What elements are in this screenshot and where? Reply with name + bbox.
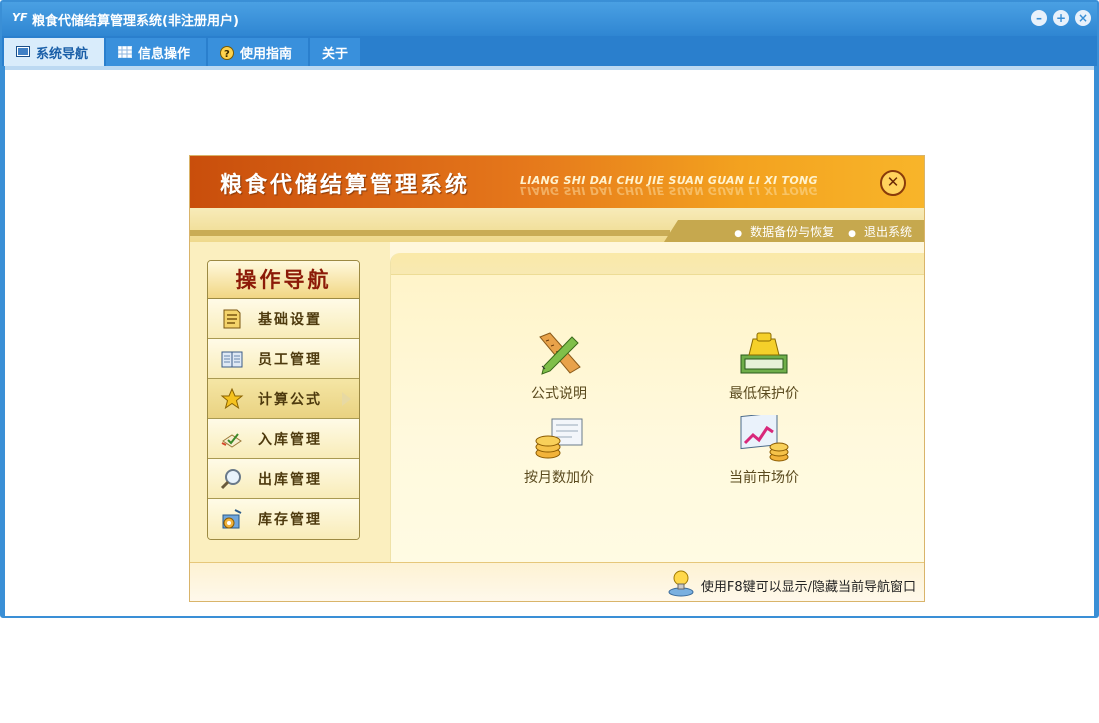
help-icon: ? — [220, 46, 234, 60]
active-arrow-icon — [342, 392, 351, 406]
tile-monthly-markup[interactable]: 按月数加价 — [504, 415, 614, 487]
nav-item-stock-in[interactable]: 入库管理 — [208, 419, 359, 459]
nav-item-staff[interactable]: 员工管理 — [208, 339, 359, 379]
tab-about[interactable]: 关于 — [310, 38, 360, 66]
function-area: 公式说明 最低保护价 按月数加价 当前市场价 — [390, 253, 924, 563]
nav-item-basic-settings[interactable]: 基础设置 — [208, 299, 359, 339]
tab-user-guide[interactable]: ? 使用指南 — [208, 38, 308, 66]
svg-text:?: ? — [224, 49, 230, 60]
maximize-icon[interactable]: + — [1053, 10, 1069, 26]
minimize-icon[interactable]: – — [1031, 10, 1047, 26]
nav-item-formula[interactable]: 计算公式 — [208, 379, 359, 419]
document-icon — [220, 307, 244, 331]
nav-title: 操作导航 — [208, 261, 359, 299]
panel-subtitle-reflection: LIANG SHI DAI CHU JIE SUAN GUAN LI XI TO… — [520, 184, 818, 197]
tab-system-nav[interactable]: 系统导航 — [4, 38, 104, 66]
tile-formula-desc[interactable]: 公式说明 — [504, 331, 614, 403]
grid-icon — [118, 46, 132, 58]
stripe-divider — [190, 230, 670, 236]
checklist-icon — [220, 427, 244, 451]
magnifier-icon — [220, 467, 244, 491]
title-bar: YF 粮食代储结算管理系统(非注册用户) – + × — [2, 2, 1097, 36]
lightbulb-icon — [668, 568, 694, 598]
app-logo-icon: YF — [12, 11, 28, 24]
coins-icon — [532, 415, 586, 463]
nav-panel: 粮食代储结算管理系统 LIANG SHI DAI CHU JIE SUAN GU… — [189, 155, 925, 602]
window-controls: – + × — [1031, 10, 1091, 26]
menu-bar: 系统导航 信息操作 ? 使用指南 关于 — [2, 36, 1097, 66]
link-bar: 数据备份与恢复 退出系统 — [664, 220, 924, 242]
tile-market-price[interactable]: 当前市场价 — [709, 412, 819, 487]
market-chart-icon — [737, 412, 791, 463]
panel-banner: 粮食代储结算管理系统 LIANG SHI DAI CHU JIE SUAN GU… — [190, 156, 924, 208]
nav-item-inventory[interactable]: 库存管理 — [208, 499, 359, 539]
window-title: 粮食代储结算管理系统(非注册用户) — [32, 14, 239, 29]
panel-footer: 使用F8键可以显示/隐藏当前导航窗口 — [190, 562, 924, 601]
function-area-header — [391, 253, 924, 275]
gear-box-icon — [220, 507, 244, 531]
tile-min-price[interactable]: 最低保护价 — [709, 331, 819, 403]
close-icon[interactable]: × — [1075, 10, 1091, 26]
exit-system-link[interactable]: 退出系统 — [848, 223, 912, 240]
monitor-icon — [16, 46, 30, 58]
operation-nav: 操作导航 基础设置 员工管理 计算公式 入库管理 出库管理 库存管理 — [207, 260, 360, 540]
backup-restore-link[interactable]: 数据备份与恢复 — [734, 223, 834, 240]
panel-close-button[interactable]: ✕ — [880, 170, 906, 196]
star-icon — [220, 387, 244, 411]
footer-hint: 使用F8键可以显示/隐藏当前导航窗口 — [700, 580, 916, 595]
ruler-pencil-icon — [532, 331, 586, 379]
book-icon — [220, 347, 244, 371]
nav-item-stock-out[interactable]: 出库管理 — [208, 459, 359, 499]
tab-info-ops[interactable]: 信息操作 — [106, 38, 206, 66]
panel-title: 粮食代储结算管理系统 — [220, 173, 471, 198]
money-stack-icon — [737, 331, 791, 379]
